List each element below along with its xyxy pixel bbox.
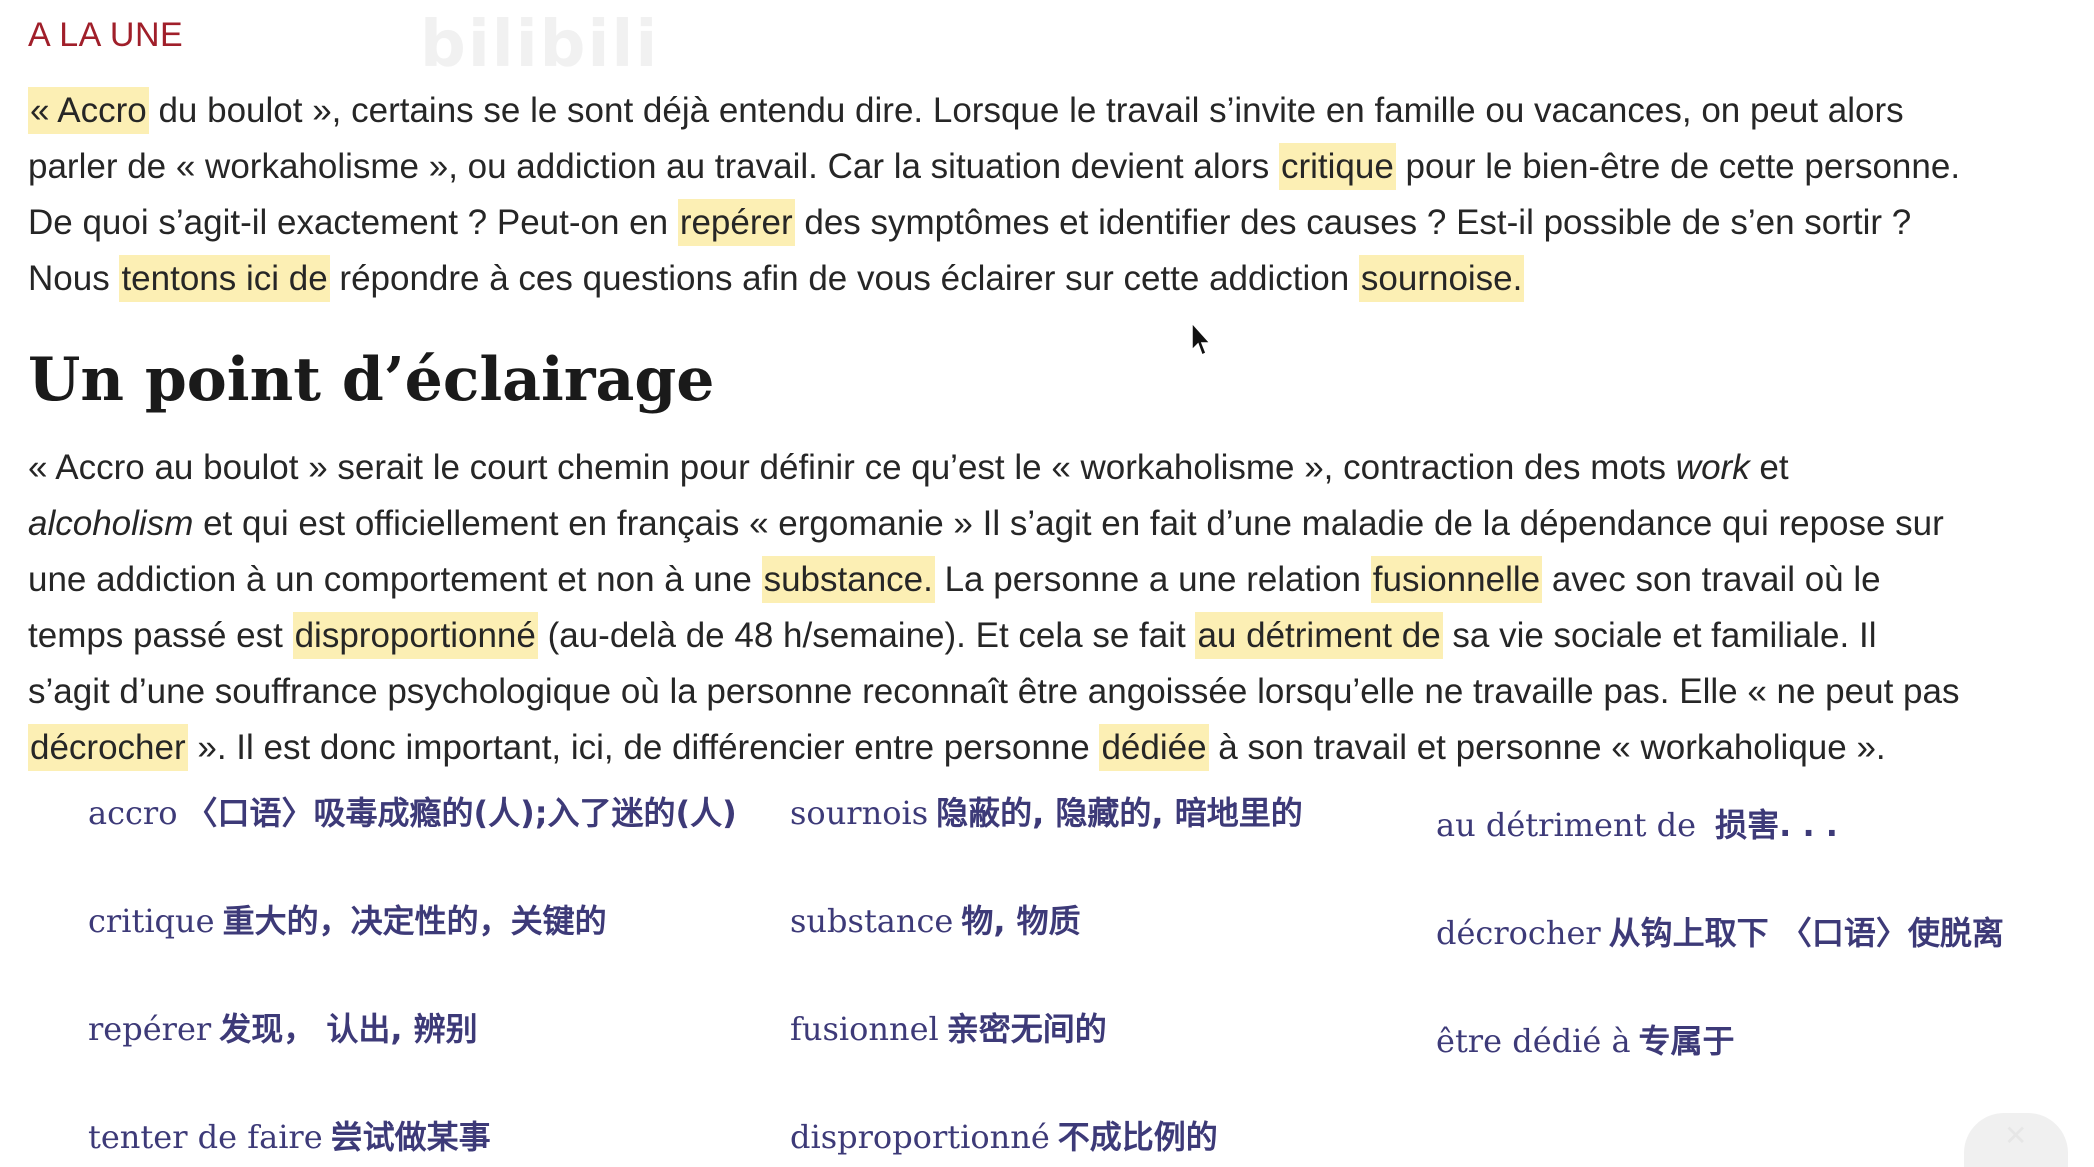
highlighted-term: « Accro (28, 87, 149, 134)
vocab-french: décrocher (1436, 914, 1601, 952)
highlighted-term: décrocher (28, 724, 188, 771)
paragraph-line: alcoholism et qui est officiellement en … (28, 496, 2078, 552)
vocab-french: substance (790, 902, 954, 940)
vocab-chinese: 发现， 认出, 辨别 (219, 1010, 478, 1048)
body-paragraph: « Accro au boulot » serait le court chem… (28, 440, 2078, 776)
highlighted-term: dédiée (1099, 724, 1209, 771)
vocab-french: au détriment de (1436, 806, 1697, 844)
vocab-item: fusionnel 亲密无间的 (790, 1004, 1107, 1050)
text-segment: work (1675, 448, 1750, 487)
highlighted-term: fusionnelle (1370, 556, 1543, 603)
vocab-french: disproportionné (790, 1118, 1050, 1156)
text-segment: sa vie sociale et familiale. Il (1442, 616, 1877, 655)
vocab-french: tenter de faire (88, 1118, 323, 1156)
mouse-pointer-icon (1191, 322, 1212, 357)
text-segment: ». Il est donc important, ici, de différ… (187, 728, 1100, 767)
highlighted-term: substance. (761, 556, 935, 603)
paragraph-line: Nous tentons ici de répondre à ces quest… (28, 251, 2078, 307)
text-segment: alcoholism (28, 504, 194, 543)
vocab-item: repérer 发现， 认出, 辨别 (88, 1004, 478, 1050)
text-segment: « Accro au boulot » serait le court chem… (28, 448, 1676, 487)
vocab-french: sournois (790, 794, 929, 832)
paragraph-line: De quoi s’agit-il exactement ? Peut-on e… (28, 195, 2078, 251)
paragraph-line: « Accro au boulot » serait le court chem… (28, 440, 2078, 496)
vocab-chinese: 隐蔽的, 隐藏的, 暗地里的 (936, 794, 1303, 832)
text-segment: De quoi s’agit-il exactement ? Peut-on e… (28, 203, 678, 242)
highlighted-term: tentons ici de (119, 255, 330, 302)
text-segment: du boulot », certains se le sont déjà en… (148, 91, 1904, 130)
highlighted-term: repérer (677, 199, 795, 246)
text-segment: à son travail et personne « workaholique… (1208, 728, 1886, 767)
vocab-french: critique (88, 902, 215, 940)
vocab-chinese: 专属于 (1638, 1022, 1735, 1060)
vocab-french: repérer (88, 1010, 212, 1048)
paragraph-line: une addiction à un comportement et non à… (28, 552, 2078, 608)
text-segment: répondre à ces questions afin de vous éc… (329, 259, 1359, 298)
vocab-chinese: 损害. . . (1704, 806, 1838, 844)
vocab-item: sournois 隐蔽的, 隐藏的, 暗地里的 (790, 788, 1303, 834)
vocab-item: accro 〈口语〉吸毒成瘾的(人);入了迷的(人) (88, 788, 737, 834)
article-heading: Un point d’éclairage (28, 345, 715, 415)
intro-paragraph: « Accro du boulot », certains se le sont… (28, 83, 2078, 307)
text-segment: temps passé est (28, 616, 293, 655)
vocab-item: substance 物, 物质 (790, 896, 1081, 942)
highlighted-term: disproportionné (292, 612, 538, 659)
highlighted-term: sournoise. (1358, 255, 1525, 302)
text-segment: une addiction à un comportement et non à… (28, 560, 762, 599)
vocab-item: tenter de faire 尝试做某事 (88, 1112, 491, 1158)
vocab-chinese: 从钩上取下 〈口语〉使脱离 (1608, 914, 2004, 952)
paragraph-line: décrocher ». Il est donc important, ici,… (28, 720, 2078, 776)
highlighted-term: critique (1278, 143, 1396, 190)
vocab-chinese: 尝试做某事 (330, 1118, 491, 1156)
vocab-chinese: 重大的，决定性的，关键的 (222, 902, 607, 940)
text-segment: La personne a une relation (934, 560, 1371, 599)
vocab-item: disproportionné 不成比例的 (790, 1112, 1218, 1158)
vocab-chinese: 亲密无间的 (946, 1010, 1107, 1048)
text-segment: avec son travail où le (1542, 560, 1881, 599)
paragraph-line: s’agit d’une souffrance psychologique où… (28, 664, 2078, 720)
article-page: A LA UNE bilibili « Accro du boulot », c… (0, 0, 2094, 1167)
vocab-item: décrocher 从钩上取下 〈口语〉使脱离 (1436, 908, 2004, 954)
video-watermark: bilibili (420, 8, 660, 82)
paragraph-line: temps passé est disproportionné (au-delà… (28, 608, 2078, 664)
paragraph-line: parler de « workaholisme », ou addiction… (28, 139, 2078, 195)
vocab-item: au détriment de 损害. . . (1436, 800, 1838, 846)
vocab-french: fusionnel (790, 1010, 939, 1048)
vocab-item: critique 重大的，决定性的，关键的 (88, 896, 607, 942)
vocab-chinese: 不成比例的 (1057, 1118, 1218, 1156)
text-segment: des symptômes et identifier des causes ?… (794, 203, 1912, 242)
text-segment: parler de « workaholisme », ou addiction… (28, 147, 1279, 186)
text-segment: Nous (28, 259, 120, 298)
paragraph-line: « Accro du boulot », certains se le sont… (28, 83, 2078, 139)
text-segment: pour le bien-être de cette personne. (1395, 147, 1961, 186)
text-segment: et qui est officiellement en français « … (193, 504, 1944, 543)
vocab-item: être dédié à 专属于 (1436, 1016, 1735, 1062)
section-tag: A LA UNE (28, 16, 184, 54)
vocab-french: être dédié à (1436, 1022, 1631, 1060)
text-segment: s’agit d’une souffrance psychologique où… (28, 672, 1960, 711)
text-segment: et (1749, 448, 1789, 487)
vocab-french: accro (88, 794, 178, 832)
vocab-chinese: 物, 物质 (961, 902, 1081, 940)
text-segment: (au-delà de 48 h/semaine). Et cela se fa… (537, 616, 1196, 655)
bilibili-tv-icon: ✕ (1964, 1113, 2068, 1167)
vocab-chinese: 〈口语〉吸毒成瘾的(人);入了迷的(人) (185, 794, 737, 832)
highlighted-term: au détriment de (1195, 612, 1443, 659)
